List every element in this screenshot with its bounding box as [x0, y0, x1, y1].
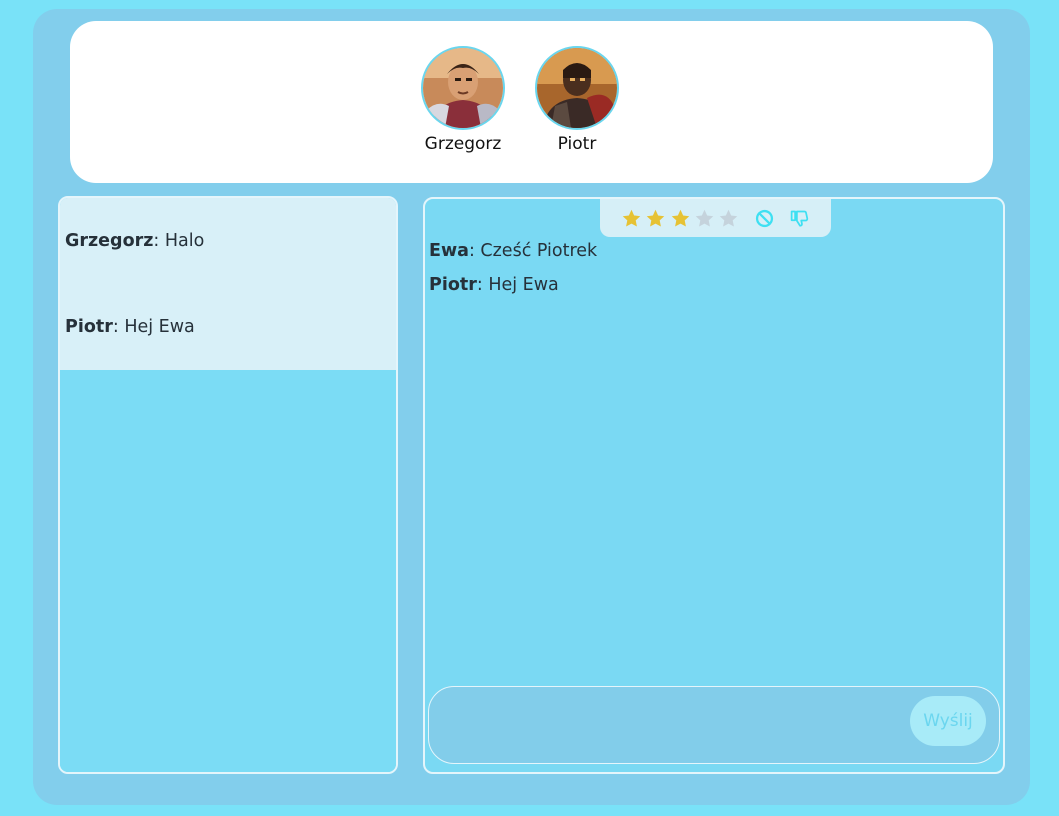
chat-message: Ewa: Cześć Piotrek	[429, 241, 597, 261]
message-author: Ewa	[429, 241, 469, 261]
contact-name: Piotr	[557, 134, 597, 154]
avatar[interactable]	[535, 46, 619, 130]
star-icon[interactable]	[718, 208, 739, 229]
message-text: Hej Ewa	[482, 275, 559, 295]
right-chat-panel: Ewa: Cześć Piotrek Piotr: Hej Ewa Wyślij	[423, 197, 1005, 774]
armored-knight-portrait-icon	[537, 48, 617, 128]
contact-grzegorz[interactable]: Grzegorz	[408, 46, 518, 154]
message-list: Grzegorz: Halo Piotr: Hej Ewa	[60, 198, 396, 370]
compose-box: Wyślij	[428, 686, 1000, 764]
message-author: Piotr	[65, 317, 113, 337]
chat-message: Piotr: Hej Ewa	[65, 317, 195, 337]
warrior-portrait-icon	[423, 48, 503, 128]
message-author: Piotr	[429, 275, 477, 295]
left-chat-panel: Grzegorz: Halo Piotr: Hej Ewa	[58, 196, 398, 774]
contacts-bar: Grzegorz Piotr	[70, 21, 993, 183]
block-icon[interactable]	[754, 208, 775, 229]
star-icon[interactable]	[621, 208, 642, 229]
thumbs-down-icon[interactable]	[789, 208, 810, 229]
message-input[interactable]	[445, 705, 899, 747]
message-text: Cześć Piotrek	[474, 241, 598, 261]
empty-chat-area	[60, 370, 396, 772]
message-author: Grzegorz	[65, 231, 154, 251]
send-button[interactable]: Wyślij	[910, 696, 986, 746]
contact-piotr[interactable]: Piotr	[522, 46, 632, 154]
chat-message: Piotr: Hej Ewa	[429, 275, 559, 295]
message-text: Hej Ewa	[118, 317, 195, 337]
contact-name: Grzegorz	[424, 134, 502, 154]
star-icon[interactable]	[645, 208, 666, 229]
chat-message: Grzegorz: Halo	[65, 231, 204, 251]
rating-toolbar	[600, 199, 831, 237]
message-text: Halo	[159, 231, 205, 251]
star-icon[interactable]	[694, 208, 715, 229]
star-icon[interactable]	[670, 208, 691, 229]
avatar[interactable]	[421, 46, 505, 130]
